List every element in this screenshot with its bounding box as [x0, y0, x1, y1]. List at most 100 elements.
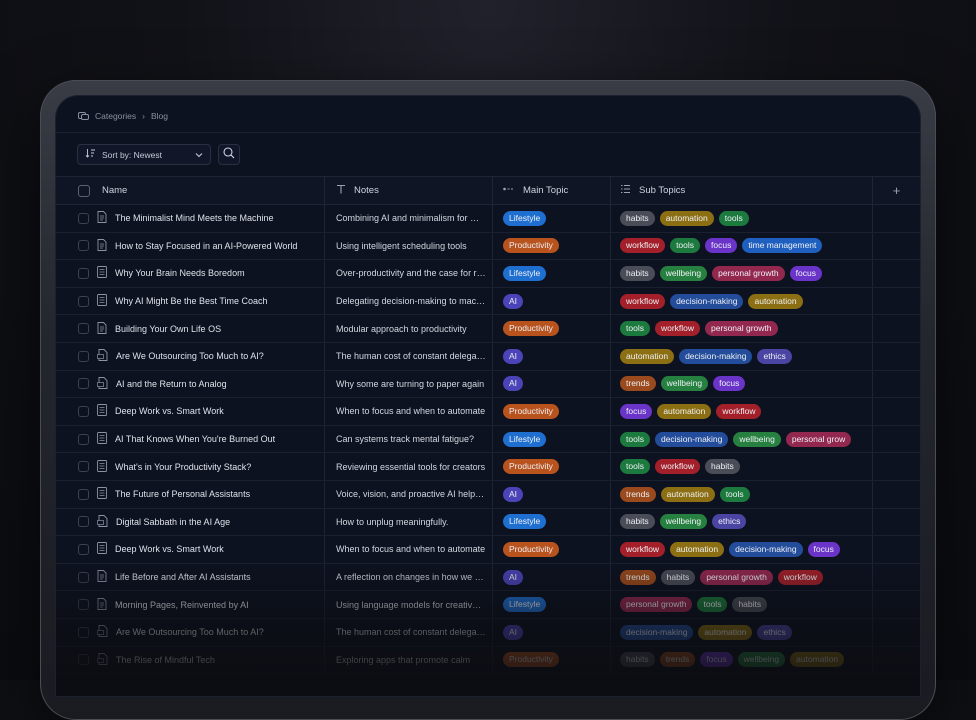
column-sub-topics[interactable]: Sub Topics [611, 177, 873, 204]
cell-main-topic[interactable]: Lifestyle [493, 425, 611, 453]
search-button[interactable] [218, 144, 240, 165]
row-title[interactable]: The Future of Personal Assistants [115, 489, 250, 499]
sub-topic-tag[interactable]: tools [670, 238, 701, 254]
sub-topic-tag[interactable]: decision-making [729, 541, 803, 557]
cell-notes[interactable]: The human cost of constant delegation [325, 342, 493, 370]
main-topic-tag[interactable]: Lifestyle [503, 514, 547, 530]
row-title[interactable]: The Rise of Mindful Tech [116, 655, 215, 665]
row-checkbox[interactable] [78, 543, 89, 555]
row-title[interactable]: Are We Outsourcing Too Much to AI? [116, 627, 264, 637]
cell-notes[interactable]: The human cost of constant delegation [325, 618, 493, 646]
sub-topic-tag[interactable]: tools [697, 597, 728, 613]
cell-sub-topics[interactable]: personal growth tools habits [611, 591, 873, 618]
row-checkbox[interactable] [78, 488, 89, 500]
sub-topic-tag[interactable]: trends [620, 376, 656, 392]
row-title[interactable]: AI That Knows When You're Burned Out [115, 434, 275, 444]
cell-notes[interactable]: Delegating decision-making to machines [325, 287, 493, 315]
cell-sub-topics[interactable]: trends automation tools [611, 480, 873, 508]
main-topic-tag[interactable]: Productivity [503, 238, 559, 254]
cell-main-topic[interactable]: Productivity [493, 536, 611, 563]
cell-sub-topics[interactable]: tools decision-making wellbeing personal gr… [611, 425, 873, 453]
cell-main-topic[interactable]: AI [493, 287, 611, 315]
cell-notes[interactable]: How to unplug meaningfully. [325, 508, 493, 536]
cell-main-topic[interactable]: AI [493, 370, 611, 398]
sub-topic-tag[interactable]: automation [698, 624, 753, 640]
row-checkbox[interactable] [78, 599, 89, 611]
main-topic-tag[interactable]: Lifestyle [503, 431, 547, 447]
sub-topic-tag[interactable]: workflow [716, 403, 762, 419]
cell-sub-topics[interactable]: tools workflow personal growth [611, 315, 873, 342]
cell-name[interactable]: Morning Pages, Reinvented by AI [56, 591, 325, 618]
sub-topic-tag[interactable]: workflow [777, 569, 823, 585]
sub-topic-tag[interactable]: focus [713, 376, 746, 392]
table-row[interactable]: Morning Pages, Reinvented by AI Using la… [56, 591, 920, 619]
cell-sub-topics[interactable]: habits trends focus wellbeing automation [611, 646, 873, 674]
table-row[interactable]: Why Your Brain Needs Boredom Over-produc… [56, 260, 920, 288]
cell-main-topic[interactable]: Productivity [493, 398, 611, 425]
sub-topic-tag[interactable]: ethics [757, 624, 792, 640]
sub-topic-tag[interactable]: personal growth [620, 597, 693, 613]
sub-topic-tag[interactable]: habits [620, 210, 655, 226]
cell-main-topic[interactable]: Lifestyle [493, 591, 611, 618]
cell-sub-topics[interactable]: workflow decision-making automation [611, 287, 873, 315]
sub-topic-tag[interactable]: trends [620, 486, 656, 502]
main-topic-tag[interactable]: Lifestyle [503, 265, 547, 281]
row-title[interactable]: Life Before and After AI Assistants [115, 572, 251, 582]
cell-sub-topics[interactable]: workflow tools focus time management [611, 232, 873, 260]
sub-topic-tag[interactable]: trends [620, 569, 656, 585]
cell-notes[interactable]: When to focus and when to automate [325, 536, 493, 563]
table-row[interactable]: The Rise of Mindful Tech Exploring apps … [56, 646, 920, 675]
cell-sub-topics[interactable]: decision-making automation ethics [611, 618, 873, 646]
cell-name[interactable]: Life Before and After AI Assistants [56, 563, 325, 591]
cell-main-topic[interactable]: AI [493, 480, 611, 508]
row-checkbox[interactable] [78, 571, 89, 583]
sub-topic-tag[interactable]: habits [620, 652, 655, 668]
sub-topic-tag[interactable]: focus [705, 238, 738, 254]
main-topic-tag[interactable]: AI [503, 293, 524, 309]
sub-topic-tag[interactable]: focus [789, 265, 822, 281]
table-row[interactable]: Are We Outsourcing Too Much to AI? The h… [56, 618, 920, 647]
cell-sub-topics[interactable]: habits wellbeing personal growth focus [611, 260, 873, 287]
row-checkbox[interactable] [78, 267, 89, 279]
main-topic-tag[interactable]: Lifestyle [503, 597, 547, 613]
sub-topic-tag[interactable]: automation [659, 210, 714, 226]
column-notes[interactable]: Notes [325, 177, 493, 204]
sub-topic-tag[interactable]: workflow [620, 293, 666, 309]
sub-topic-tag[interactable]: habits [732, 597, 768, 613]
sub-topic-tag[interactable]: habits [660, 569, 696, 585]
cell-main-topic[interactable]: Lifestyle [493, 260, 611, 287]
column-name[interactable]: Name [56, 177, 325, 204]
sub-topic-tag[interactable]: wellbeing [733, 431, 781, 447]
sub-topic-tag[interactable]: habits [705, 459, 740, 475]
cell-notes[interactable]: Voice, vision, and proactive AI helpers [325, 480, 493, 508]
sub-topic-tag[interactable]: habits [620, 514, 655, 530]
sub-topic-tag[interactable]: wellbeing [660, 376, 709, 392]
cell-main-topic[interactable]: AI [493, 563, 611, 591]
cell-notes[interactable]: Why some are turning to paper again [325, 370, 493, 398]
table-row[interactable]: AI That Knows When You're Burned Out Can… [56, 425, 920, 454]
main-topic-tag[interactable]: Productivity [503, 403, 559, 419]
table-row[interactable]: What's in Your Productivity Stack? Revie… [56, 453, 920, 481]
breadcrumb-root[interactable]: Categories [95, 111, 136, 121]
row-checkbox[interactable] [78, 433, 89, 445]
sub-topic-tag[interactable]: automation [670, 541, 725, 557]
cell-name[interactable]: Digital Sabbath in the AI Age [56, 508, 325, 536]
row-checkbox[interactable] [78, 378, 89, 390]
main-topic-tag[interactable]: AI [503, 486, 524, 502]
row-checkbox[interactable] [78, 350, 89, 362]
main-topic-tag[interactable]: Productivity [503, 652, 559, 668]
cell-name[interactable]: The Minimalist Mind Meets the Machine [56, 205, 325, 232]
cell-notes[interactable]: Combining AI and minimalism for mental c… [325, 205, 493, 232]
cell-name[interactable]: The Future of Personal Assistants [56, 480, 325, 508]
row-checkbox[interactable] [78, 212, 89, 224]
row-checkbox[interactable] [78, 654, 89, 666]
row-title[interactable]: Why AI Might Be the Best Time Coach [115, 296, 268, 306]
cell-notes[interactable]: Reviewing essential tools for creators [325, 453, 493, 480]
row-checkbox[interactable] [78, 626, 89, 638]
cell-notes[interactable]: Modular approach to productivity [325, 315, 493, 342]
row-title[interactable]: AI and the Return to Analog [116, 379, 227, 389]
table-row[interactable]: AI and the Return to Analog Why some are… [56, 370, 920, 399]
main-topic-tag[interactable]: AI [503, 569, 524, 585]
sub-topic-tag[interactable]: personal growth [705, 321, 778, 337]
sub-topic-tag[interactable]: personal growth [700, 569, 773, 585]
